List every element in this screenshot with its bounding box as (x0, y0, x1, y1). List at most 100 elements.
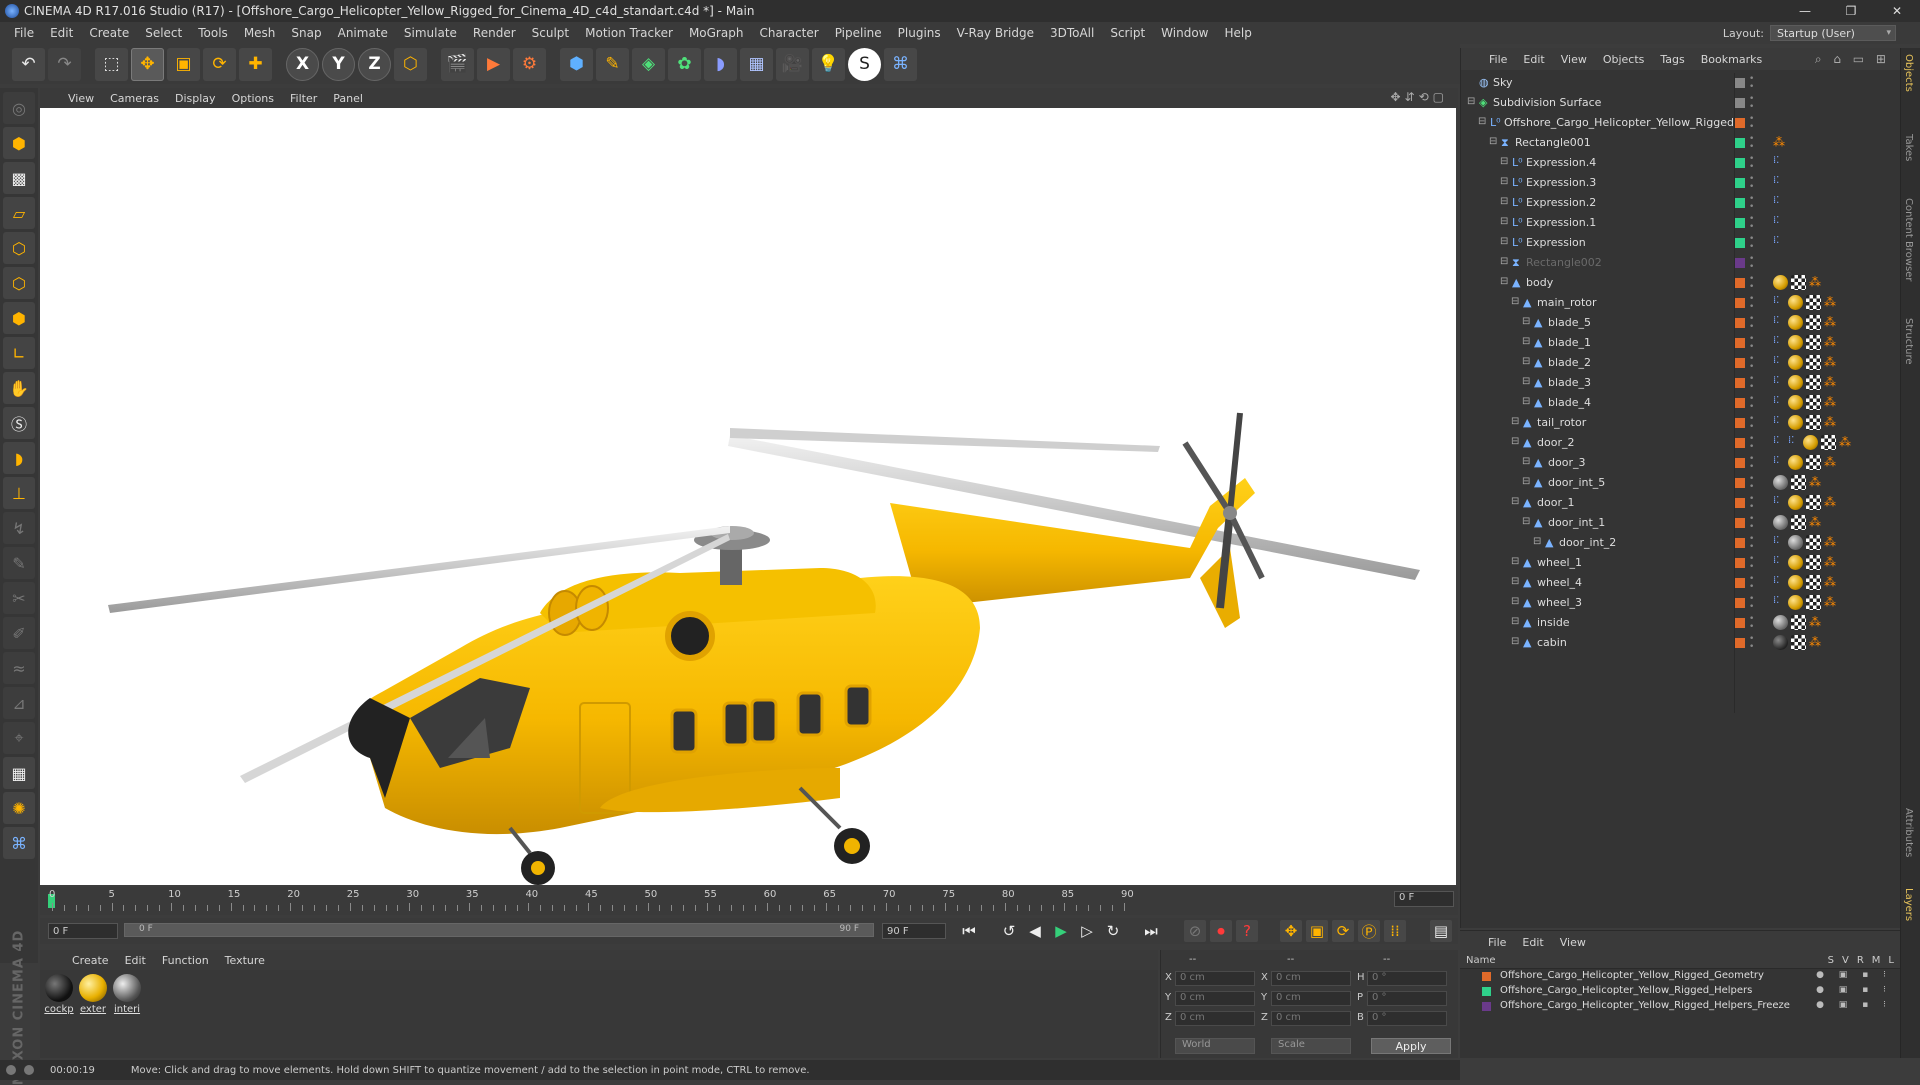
expand-toggle-icon[interactable]: ⊟ (1500, 256, 1508, 267)
object-row[interactable]: ⊟ ▲ door_int_5 • • ⁂ (1461, 473, 1901, 493)
visibility-dots-icon[interactable]: • • (1749, 195, 1754, 212)
coord-value-field[interactable]: 0 ° (1367, 1011, 1447, 1026)
expand-toggle-icon[interactable]: ⊟ (1511, 496, 1519, 507)
object-row[interactable]: ⊟ L⁰ Expression.1 • • ⁞⁚ (1461, 213, 1901, 233)
tag-expression-icon[interactable]: ⁞⁚ (1773, 555, 1785, 570)
menu-3dtoall[interactable]: 3DToAll (1042, 26, 1102, 40)
viewport-menu-view[interactable]: View (60, 92, 102, 105)
tag-material-grey-icon[interactable] (1773, 615, 1788, 630)
deformer-icon[interactable]: ◗ (704, 47, 737, 81)
object-row[interactable]: ⊟ ▲ door_int_1 • • ⁂ (1461, 513, 1901, 533)
tag-material-icon[interactable] (1788, 415, 1803, 430)
tag-material-grey-icon[interactable] (1788, 535, 1803, 550)
minimize-button[interactable]: — (1782, 0, 1828, 22)
visibility-dots-icon[interactable]: • • (1749, 235, 1754, 252)
tag-texture-icon[interactable] (1791, 275, 1806, 290)
visibility-dots-icon[interactable]: • • (1749, 335, 1754, 352)
expand-toggle-icon[interactable]: ⊟ (1511, 596, 1519, 607)
menu-motion-tracker[interactable]: Motion Tracker (577, 26, 681, 40)
model-mode-icon[interactable]: ⬢ (3, 127, 35, 159)
tag-selection-icon[interactable]: ⁂ (1824, 295, 1836, 310)
object-row[interactable]: ⊟ L⁰ Expression • • ⁞⁚ (1461, 233, 1901, 253)
object-row[interactable]: ⊟ ▲ blade_1 • • ⁞⁚ ⁂ (1461, 333, 1901, 353)
menu-character[interactable]: Character (751, 26, 826, 40)
tag-material-grey-icon[interactable] (1773, 515, 1788, 530)
live-selection-icon[interactable]: ⬚ (95, 47, 128, 81)
side-tab-takes[interactable]: Takes (1903, 134, 1914, 161)
visibility-dots-icon[interactable]: • • (1749, 155, 1754, 172)
object-row[interactable]: ⊟ L⁰ Expression.2 • • ⁞⁚ (1461, 193, 1901, 213)
axis-lock-icon[interactable]: ⊥ (3, 477, 35, 509)
next-key-icon[interactable]: ↻ (1102, 920, 1124, 942)
end-frame-field[interactable]: 90 F (882, 923, 946, 939)
object-row[interactable]: ⊟ ▲ door_2 • • ⁞⁚ ⁞⁚ ⁂ (1461, 433, 1901, 453)
axis-mode-icon[interactable]: ∟ (3, 337, 35, 369)
object-row[interactable]: ◍ Sky • • (1461, 73, 1901, 93)
visibility-dots-icon[interactable]: • • (1749, 175, 1754, 192)
visibility-dots-icon[interactable]: • • (1749, 315, 1754, 332)
x-axis-lock-icon[interactable]: X (286, 47, 319, 81)
expand-toggle-icon[interactable]: ⊟ (1522, 516, 1530, 527)
autokeying-icon[interactable]: ⏺ (1210, 920, 1232, 942)
tag-expression-icon[interactable]: ⁞⁚ (1773, 295, 1785, 310)
menu-mesh[interactable]: Mesh (236, 26, 284, 40)
tag-texture-icon[interactable] (1806, 455, 1821, 470)
expand-toggle-icon[interactable]: ⊟ (1533, 536, 1541, 547)
subdivision-surface-icon[interactable]: ◈ (632, 47, 665, 81)
side-tab-objects[interactable]: Objects (1903, 54, 1914, 92)
grid-floor-icon[interactable]: ▦ (3, 757, 35, 789)
tag-selection-icon[interactable]: ⁂ (1824, 375, 1836, 390)
tag-texture-icon[interactable] (1806, 555, 1821, 570)
material-menu-create[interactable]: Create (64, 954, 117, 967)
visibility-dots-icon[interactable]: • • (1749, 495, 1754, 512)
visibility-dots-icon[interactable]: • • (1749, 635, 1754, 652)
render-picture-viewer-icon[interactable]: ▶ (477, 47, 510, 81)
tag-selection-icon[interactable]: ⁂ (1809, 275, 1821, 290)
object-row[interactable]: ⊟ ▲ cabin • • ⁂ (1461, 633, 1901, 653)
close-button[interactable]: ✕ (1874, 0, 1920, 22)
visibility-dots-icon[interactable]: • • (1749, 215, 1754, 232)
current-frame-field[interactable]: 0 F (1394, 891, 1454, 907)
tag-selection-icon[interactable]: ⁂ (1824, 495, 1836, 510)
keyframe-selection-icon[interactable]: ? (1236, 920, 1258, 942)
tag-material-grey-icon[interactable] (1773, 475, 1788, 490)
menu-tools[interactable]: Tools (190, 26, 236, 40)
object-menu-edit[interactable]: Edit (1515, 53, 1552, 66)
coord-value-field[interactable]: 0 ° (1367, 991, 1447, 1006)
tag-texture-icon[interactable] (1806, 415, 1821, 430)
coord-value-field[interactable]: 0 ° (1367, 971, 1447, 986)
tag-expression-icon[interactable]: ⁞⁚ (1788, 435, 1800, 450)
side-tab-layers[interactable]: Layers (1903, 888, 1914, 921)
tag-expression-icon[interactable]: ⁞⁚ (1773, 455, 1785, 470)
menu-script[interactable]: Script (1102, 26, 1153, 40)
visibility-dots-icon[interactable]: • • (1749, 595, 1754, 612)
tag-selection-icon[interactable]: ⁂ (1824, 395, 1836, 410)
expand-toggle-icon[interactable]: ⊟ (1511, 616, 1519, 627)
tag-texture-icon[interactable] (1806, 595, 1821, 610)
expand-toggle-icon[interactable]: ⊟ (1478, 116, 1486, 127)
weld-tool-icon[interactable]: ⌖ (3, 722, 35, 754)
coord-value-field[interactable]: 0 cm (1175, 971, 1255, 986)
viewport-menu-cameras[interactable]: Cameras (102, 92, 167, 105)
coord-value-field[interactable]: 0 cm (1175, 1011, 1255, 1026)
object-row[interactable]: ⊟ ▲ tail_rotor • • ⁞⁚ ⁂ (1461, 413, 1901, 433)
points-mode-icon[interactable]: ⬡ (3, 232, 35, 264)
object-row[interactable]: ⊟ ▲ blade_5 • • ⁞⁚ ⁂ (1461, 313, 1901, 333)
tag-expression-icon[interactable]: ⁞⁚ (1773, 575, 1785, 590)
object-menu-file[interactable]: File (1481, 53, 1515, 66)
tag-texture-icon[interactable] (1806, 575, 1821, 590)
visibility-dots-icon[interactable]: • • (1749, 535, 1754, 552)
tag-selection-icon[interactable]: ⁂ (1839, 435, 1851, 450)
tag-selection-icon[interactable]: ⁂ (1809, 615, 1821, 630)
knife-tool-icon[interactable]: ✂ (3, 582, 35, 614)
coord-value-field[interactable]: 0 cm (1271, 1011, 1351, 1026)
object-menu-view[interactable]: View (1553, 53, 1595, 66)
apply-button[interactable]: Apply (1371, 1038, 1451, 1054)
expand-toggle-icon[interactable]: ⊟ (1500, 156, 1508, 167)
visibility-dots-icon[interactable]: • • (1749, 415, 1754, 432)
scale-tool-icon[interactable]: ▣ (167, 47, 200, 81)
render-view-icon[interactable]: 🎬 (441, 47, 474, 81)
timeline-ruler[interactable]: 0 5 10 15 20 25 30 35 40 45 50 55 60 65 70 75 80 85 90 0 F (40, 887, 1458, 915)
go-to-end-icon[interactable]: ⏭ (1140, 920, 1162, 942)
menu-pipeline[interactable]: Pipeline (827, 26, 890, 40)
